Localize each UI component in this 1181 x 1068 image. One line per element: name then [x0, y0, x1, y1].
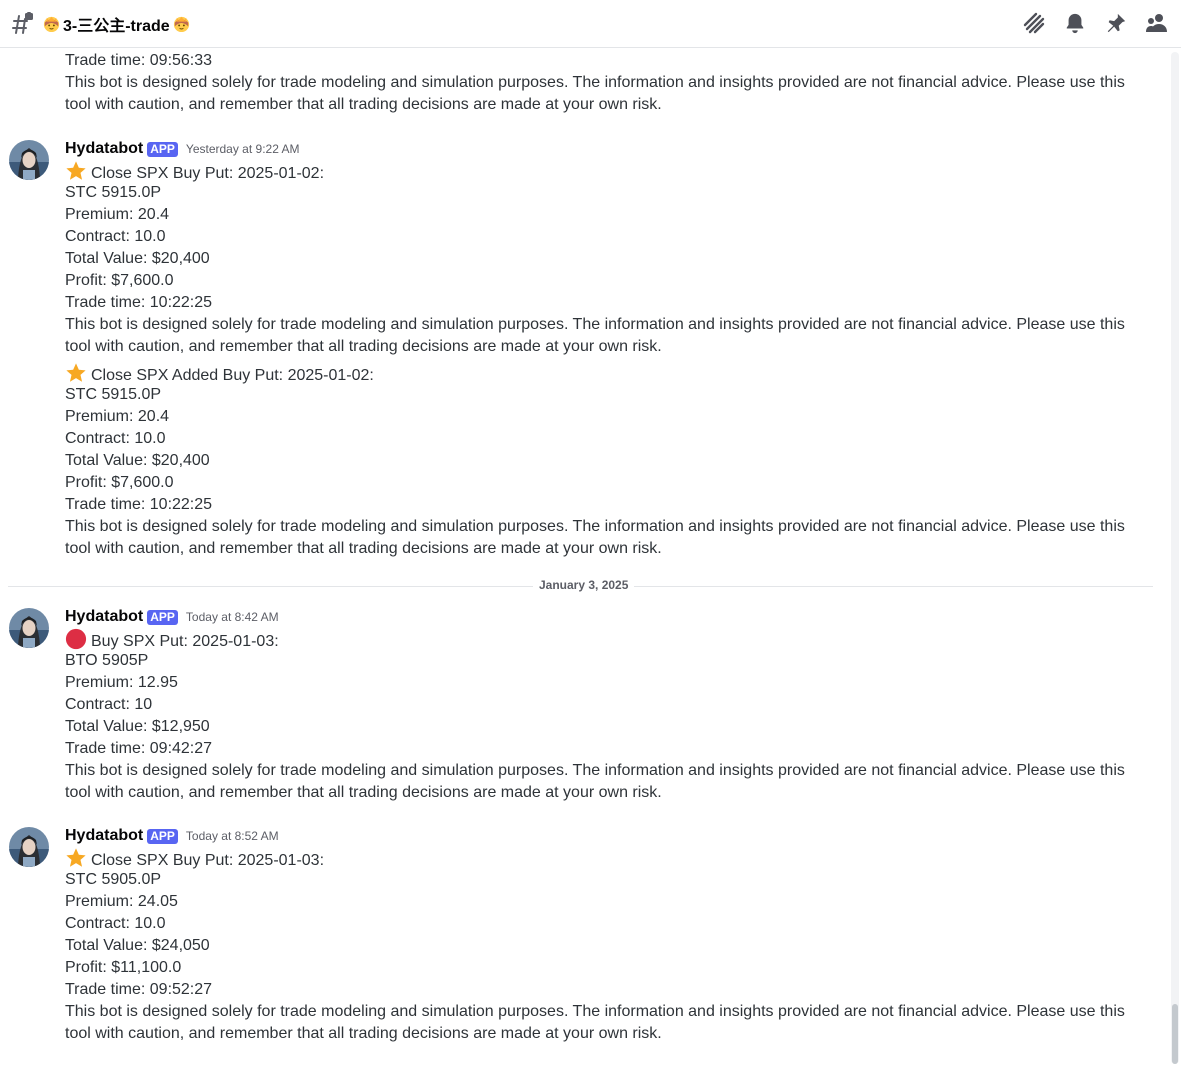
pin-icon[interactable] — [1103, 10, 1128, 35]
trade-time: Trade time: 09:52:27 — [65, 981, 213, 998]
channel-name: 3-三公主-trade — [63, 17, 170, 35]
message-timestamp[interactable]: Today at 8:42 AM — [186, 610, 279, 624]
disclaimer-text: This bot is designed solely for trade mo… — [65, 518, 1125, 535]
bell-icon[interactable] — [1062, 10, 1087, 35]
trade-contract-count: Contract: 10.0 — [65, 228, 166, 245]
disclaimer-text: This bot is designed solely for trade mo… — [65, 762, 1125, 779]
trade-premium: Premium: 20.4 — [65, 408, 170, 425]
disclaimer-text: tool with caution, and remember that all… — [65, 96, 662, 113]
trade-time: Trade time: 09:42:27 — [65, 740, 213, 757]
trade-time: Trade time: 10:22:25 — [65, 496, 213, 513]
message-author[interactable]: Hydatabot — [65, 140, 143, 158]
scrollbar-thumb[interactable] — [1172, 1004, 1178, 1064]
trade-total-value: Total Value: $20,400 — [65, 250, 210, 267]
trade-time: Trade time: 10:22:25 — [65, 294, 213, 311]
date-divider-label: January 3, 2025 — [533, 578, 635, 592]
app-badge: APP — [147, 141, 178, 157]
channel-header: 3-三公主-trade — [0, 0, 1181, 48]
scrollbar-track[interactable] — [1171, 52, 1179, 1064]
trade-total-value: Total Value: $20,400 — [65, 452, 210, 469]
trade-title-text: Close SPX Buy Put: 2025-01-03: — [91, 852, 325, 869]
channel-title: 3-三公主-trade — [42, 12, 191, 36]
disclaimer-text: This bot is designed solely for trade mo… — [65, 74, 1125, 91]
trade-profit: Profit: $7,600.0 — [65, 272, 174, 289]
message-timestamp[interactable]: Yesterday at 9:22 AM — [186, 142, 300, 156]
avatar[interactable] — [9, 827, 49, 867]
trade-premium: Premium: 12.95 — [65, 674, 178, 691]
locked-text-channel-icon — [10, 11, 34, 36]
avatar[interactable] — [9, 608, 49, 648]
trade-premium: Premium: 24.05 — [65, 893, 178, 910]
trade-total-value: Total Value: $12,950 — [65, 718, 210, 735]
app-badge: APP — [147, 609, 178, 625]
disclaimer-text: tool with caution, and remember that all… — [65, 338, 662, 355]
message-author[interactable]: Hydatabot — [65, 608, 143, 626]
trade-total-value: Total Value: $24,050 — [65, 937, 210, 954]
trade-contract: STC 5915.0P — [65, 184, 162, 201]
trade-contract-count: Contract: 10.0 — [65, 915, 166, 932]
trade-premium: Premium: 20.4 — [65, 206, 170, 223]
app-badge: APP — [147, 828, 178, 844]
trade-time: Trade time: 09:56:33 — [65, 52, 213, 69]
trade-profit: Profit: $7,600.0 — [65, 474, 174, 491]
disclaimer-text: This bot is designed solely for trade mo… — [65, 1003, 1125, 1020]
trade-contract-count: Contract: 10.0 — [65, 430, 166, 447]
threads-icon[interactable] — [1021, 10, 1046, 35]
message-timestamp[interactable]: Today at 8:52 AM — [186, 829, 279, 843]
disclaimer-text: tool with caution, and remember that all… — [65, 540, 662, 557]
trade-title-text: Close SPX Buy Put: 2025-01-02: — [91, 165, 325, 182]
princess-emoji-icon — [42, 14, 61, 33]
trade-contract: STC 5905.0P — [65, 871, 162, 888]
members-icon[interactable] — [1144, 10, 1169, 35]
trade-title-text: Close SPX Added Buy Put: 2025-01-02: — [91, 367, 374, 384]
trade-contract: BTO 5905P — [65, 652, 149, 669]
princess-emoji-icon — [172, 14, 191, 33]
disclaimer-text: tool with caution, and remember that all… — [65, 1025, 662, 1042]
avatar[interactable] — [9, 140, 49, 180]
trade-contract-count: Contract: 10 — [65, 696, 153, 713]
trade-profit: Profit: $11,100.0 — [65, 959, 182, 976]
disclaimer-text: tool with caution, and remember that all… — [65, 784, 662, 801]
trade-contract: STC 5915.0P — [65, 386, 162, 403]
message-author[interactable]: Hydatabot — [65, 827, 143, 845]
trade-title-text: Buy SPX Put: 2025-01-03: — [91, 633, 279, 650]
disclaimer-text: This bot is designed solely for trade mo… — [65, 316, 1125, 333]
